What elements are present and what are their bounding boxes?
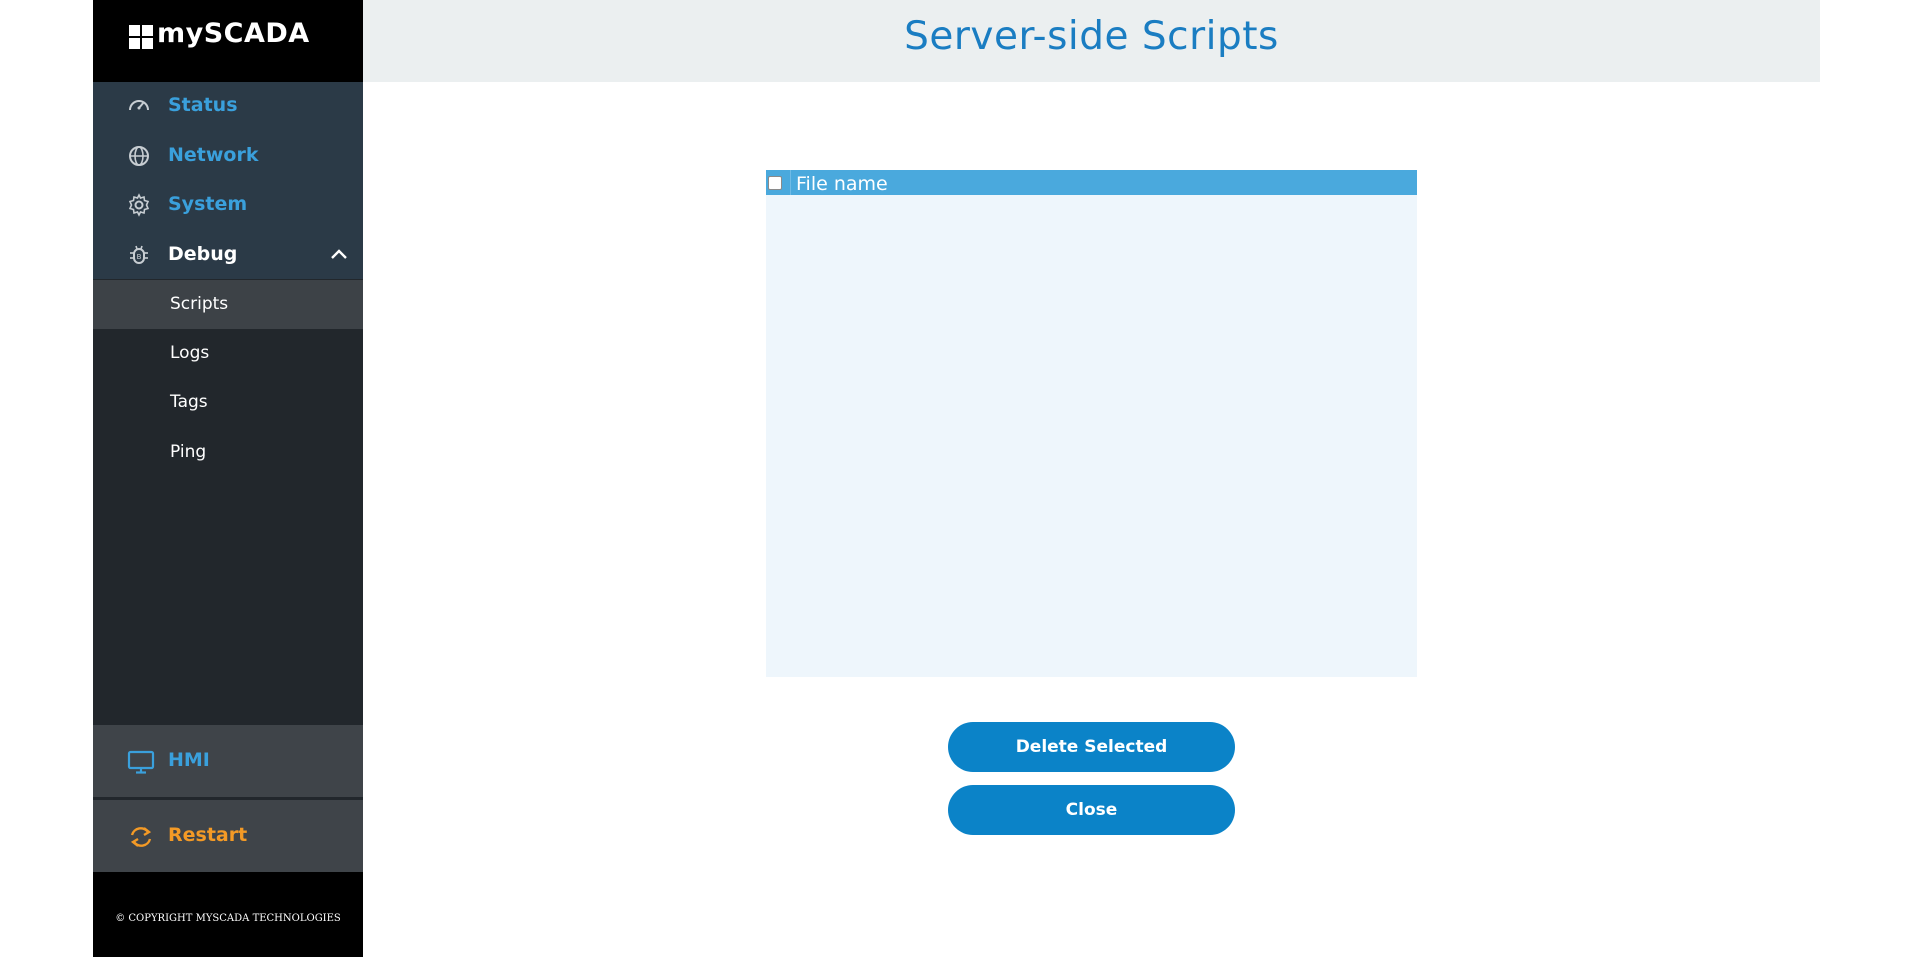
- logo-bar: mySCADA: [93, 0, 363, 82]
- sidebar-item-label: Status: [168, 94, 238, 116]
- copyright-text: © COPYRIGHT MYSCADA TECHNOLOGIES: [115, 913, 341, 924]
- delete-selected-button[interactable]: Delete Selected: [948, 722, 1235, 772]
- app-root: mySCADA Status Network System B Debug Sc…: [0, 0, 1908, 957]
- sidebar-item-network[interactable]: Network: [93, 132, 363, 181]
- sidebar-subitem-tags[interactable]: Tags: [93, 378, 363, 427]
- sidebar-item-system[interactable]: System: [93, 181, 363, 230]
- sidebar-subitem-scripts[interactable]: Scripts: [93, 280, 363, 329]
- sidebar-item-label: System: [168, 193, 248, 215]
- page-header: Server-side Scripts: [363, 0, 1820, 82]
- chevron-up-icon[interactable]: [329, 245, 349, 265]
- globe-icon: [129, 146, 149, 166]
- bug-icon: B: [130, 245, 148, 264]
- sidebar: mySCADA Status Network System B Debug Sc…: [93, 0, 363, 957]
- sidebar-subitem-label: Tags: [170, 392, 208, 412]
- column-header-filename[interactable]: File name: [796, 173, 888, 195]
- hmi-label: HMI: [168, 749, 210, 771]
- speedometer-icon: [129, 100, 149, 111]
- monitor-icon: [127, 750, 155, 774]
- sidebar-subitem-label: Ping: [170, 442, 207, 462]
- column-divider: [790, 170, 791, 195]
- sidebar-item-label: Debug: [168, 243, 238, 265]
- logo-text: mySCADA: [157, 18, 310, 49]
- sidebar-subitem-label: Scripts: [170, 294, 229, 314]
- main-nav: Status Network System B Debug: [93, 82, 363, 279]
- svg-text:B: B: [137, 253, 142, 261]
- gear-icon: [128, 193, 150, 217]
- sidebar-subitem-ping[interactable]: Ping: [93, 428, 363, 477]
- restart-label: Restart: [168, 824, 248, 846]
- close-button[interactable]: Close: [948, 785, 1235, 835]
- sidebar-footer: © COPYRIGHT MYSCADA TECHNOLOGIES: [93, 872, 363, 957]
- sidebar-item-label: Network: [168, 144, 259, 166]
- sidebar-subitem-label: Logs: [170, 343, 210, 363]
- sidebar-subitem-logs[interactable]: Logs: [93, 329, 363, 378]
- page-title: Server-side Scripts: [904, 14, 1279, 59]
- select-all-checkbox[interactable]: [768, 176, 782, 190]
- sidebar-item-restart[interactable]: Restart: [93, 800, 363, 872]
- logo-icon: [129, 25, 153, 49]
- sidebar-item-status[interactable]: Status: [93, 82, 363, 131]
- table-header: File name: [766, 170, 1417, 195]
- scripts-table: File name: [766, 170, 1417, 677]
- refresh-icon: [130, 827, 152, 847]
- sidebar-item-debug[interactable]: B Debug: [93, 231, 363, 280]
- sidebar-item-hmi[interactable]: HMI: [93, 725, 363, 797]
